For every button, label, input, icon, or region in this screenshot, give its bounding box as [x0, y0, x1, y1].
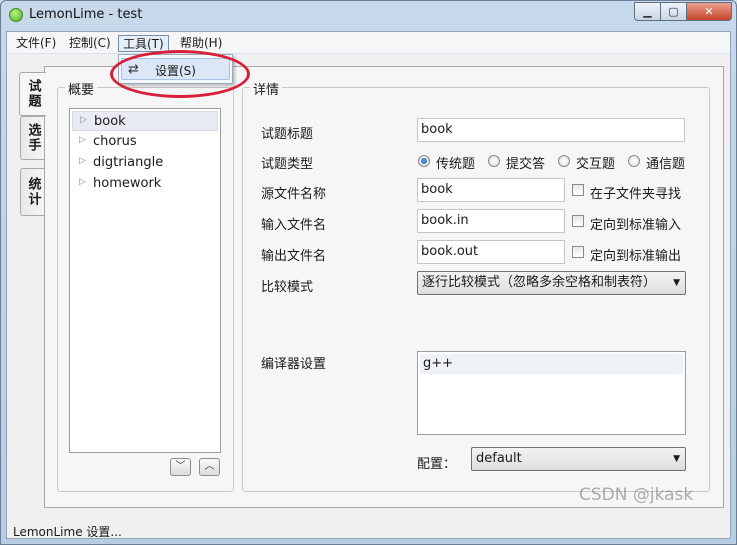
subfolder-checkbox[interactable]	[572, 184, 584, 196]
output-name-label: 输出文件名	[261, 249, 327, 264]
compiler-list[interactable]: g++	[417, 351, 686, 435]
tree-item-label: book	[94, 114, 126, 129]
menu-bar: 文件(F) 控制(C) 工具(T) 帮助(H)	[7, 32, 730, 54]
radio-traditional[interactable]	[418, 155, 430, 167]
problem-tree[interactable]: ▷ book ▷ chorus ▷ digtriangle ▷ homework	[69, 108, 221, 453]
subfolder-label: 在子文件夹寻找	[590, 187, 682, 202]
expand-arrow-icon[interactable]: ▷	[79, 156, 86, 166]
menu-file[interactable]: 文件(F)	[12, 35, 60, 52]
stdout-checkbox[interactable]	[572, 246, 584, 258]
watermark: CSDN @jkask	[579, 485, 694, 505]
problem-title-label: 试题标题	[261, 127, 314, 142]
source-name-label: 源文件名称	[261, 187, 327, 202]
tree-item-label: digtriangle	[93, 155, 164, 170]
status-bar: LemonLime 设置...	[7, 515, 730, 539]
compiler-settings-label: 编译器设置	[261, 357, 327, 372]
overview-title: 概要	[65, 79, 98, 98]
input-name-label: 输入文件名	[261, 218, 327, 233]
radio-communication[interactable]	[628, 155, 640, 167]
radio-interactive[interactable]	[558, 155, 570, 167]
menu-control[interactable]: 控制(C)	[65, 35, 115, 52]
problem-type-label: 试题类型	[261, 157, 314, 172]
tree-item-label: chorus	[93, 134, 137, 149]
status-text: LemonLime 设置...	[13, 525, 122, 539]
config-select[interactable]: default ▼	[471, 447, 686, 471]
tree-item-chorus[interactable]: ▷ chorus	[72, 132, 218, 152]
app-window: LemonLime - test ▁ ▢ ✕ 文件(F) 控制(C) 工具(T)…	[0, 0, 737, 545]
title-bar: LemonLime - test ▁ ▢ ✕	[1, 1, 736, 31]
compiler-list-item[interactable]: g++	[420, 354, 683, 374]
tab-problems[interactable]: 试题	[19, 72, 46, 116]
config-label: 配置：	[417, 457, 457, 472]
expand-arrow-icon[interactable]: ▷	[80, 115, 87, 125]
problem-title-field[interactable]: book	[417, 118, 685, 142]
tree-item-homework[interactable]: ▷ homework	[72, 174, 218, 194]
tree-item-label: homework	[93, 176, 162, 191]
window-controls: ▁ ▢ ✕	[634, 2, 732, 21]
expand-arrow-icon[interactable]: ▷	[79, 177, 86, 187]
close-button[interactable]: ✕	[686, 2, 732, 21]
minimize-button[interactable]: ▁	[634, 2, 661, 21]
output-name-field[interactable]: book.out	[417, 240, 565, 264]
stdin-label: 定向到标准输入	[590, 218, 682, 233]
expand-arrow-icon[interactable]: ▷	[79, 135, 86, 145]
tab-content-frame: 概要 ▷ book ▷ chorus ▷ digtriangle ▷ homew…	[44, 66, 724, 508]
move-down-button[interactable]: ﹀	[170, 458, 191, 476]
window-title: LemonLime - test	[29, 7, 143, 22]
compare-mode-value: 逐行比较模式（忽略多余空格和制表符）	[422, 275, 657, 290]
client-area: 文件(F) 控制(C) 工具(T) 帮助(H) 试题 选手 统计 概要 ▷ bo…	[6, 31, 731, 539]
chevron-down-icon: ▼	[673, 454, 680, 464]
tree-item-book[interactable]: ▷ book	[72, 111, 218, 131]
radio-traditional-label: 传统题	[436, 157, 476, 172]
tab-contestants[interactable]: 选手	[20, 116, 45, 160]
highlight-annotation	[110, 50, 250, 98]
tree-item-digtriangle[interactable]: ▷ digtriangle	[72, 153, 218, 173]
tab-statistics[interactable]: 统计	[20, 168, 45, 216]
chevron-down-icon: ▼	[673, 278, 680, 288]
radio-answer-only[interactable]	[488, 155, 500, 167]
compare-mode-label: 比较模式	[261, 280, 314, 295]
radio-communication-label: 通信题	[646, 157, 686, 172]
move-up-button[interactable]: ︿	[199, 458, 220, 476]
input-name-field[interactable]: book.in	[417, 209, 565, 233]
config-value: default	[476, 451, 522, 466]
details-title: 详情	[250, 79, 283, 98]
source-name-field[interactable]: book	[417, 178, 565, 202]
maximize-button[interactable]: ▢	[660, 2, 687, 21]
lemon-app-icon	[9, 8, 23, 22]
radio-answer-only-label: 提交答	[506, 157, 546, 172]
stdout-label: 定向到标准输出	[590, 249, 682, 264]
stdin-checkbox[interactable]	[572, 215, 584, 227]
radio-interactive-label: 交互题	[576, 157, 616, 172]
menu-tools[interactable]: 工具(T)	[118, 35, 169, 52]
compare-mode-select[interactable]: 逐行比较模式（忽略多余空格和制表符） ▼	[417, 271, 686, 295]
